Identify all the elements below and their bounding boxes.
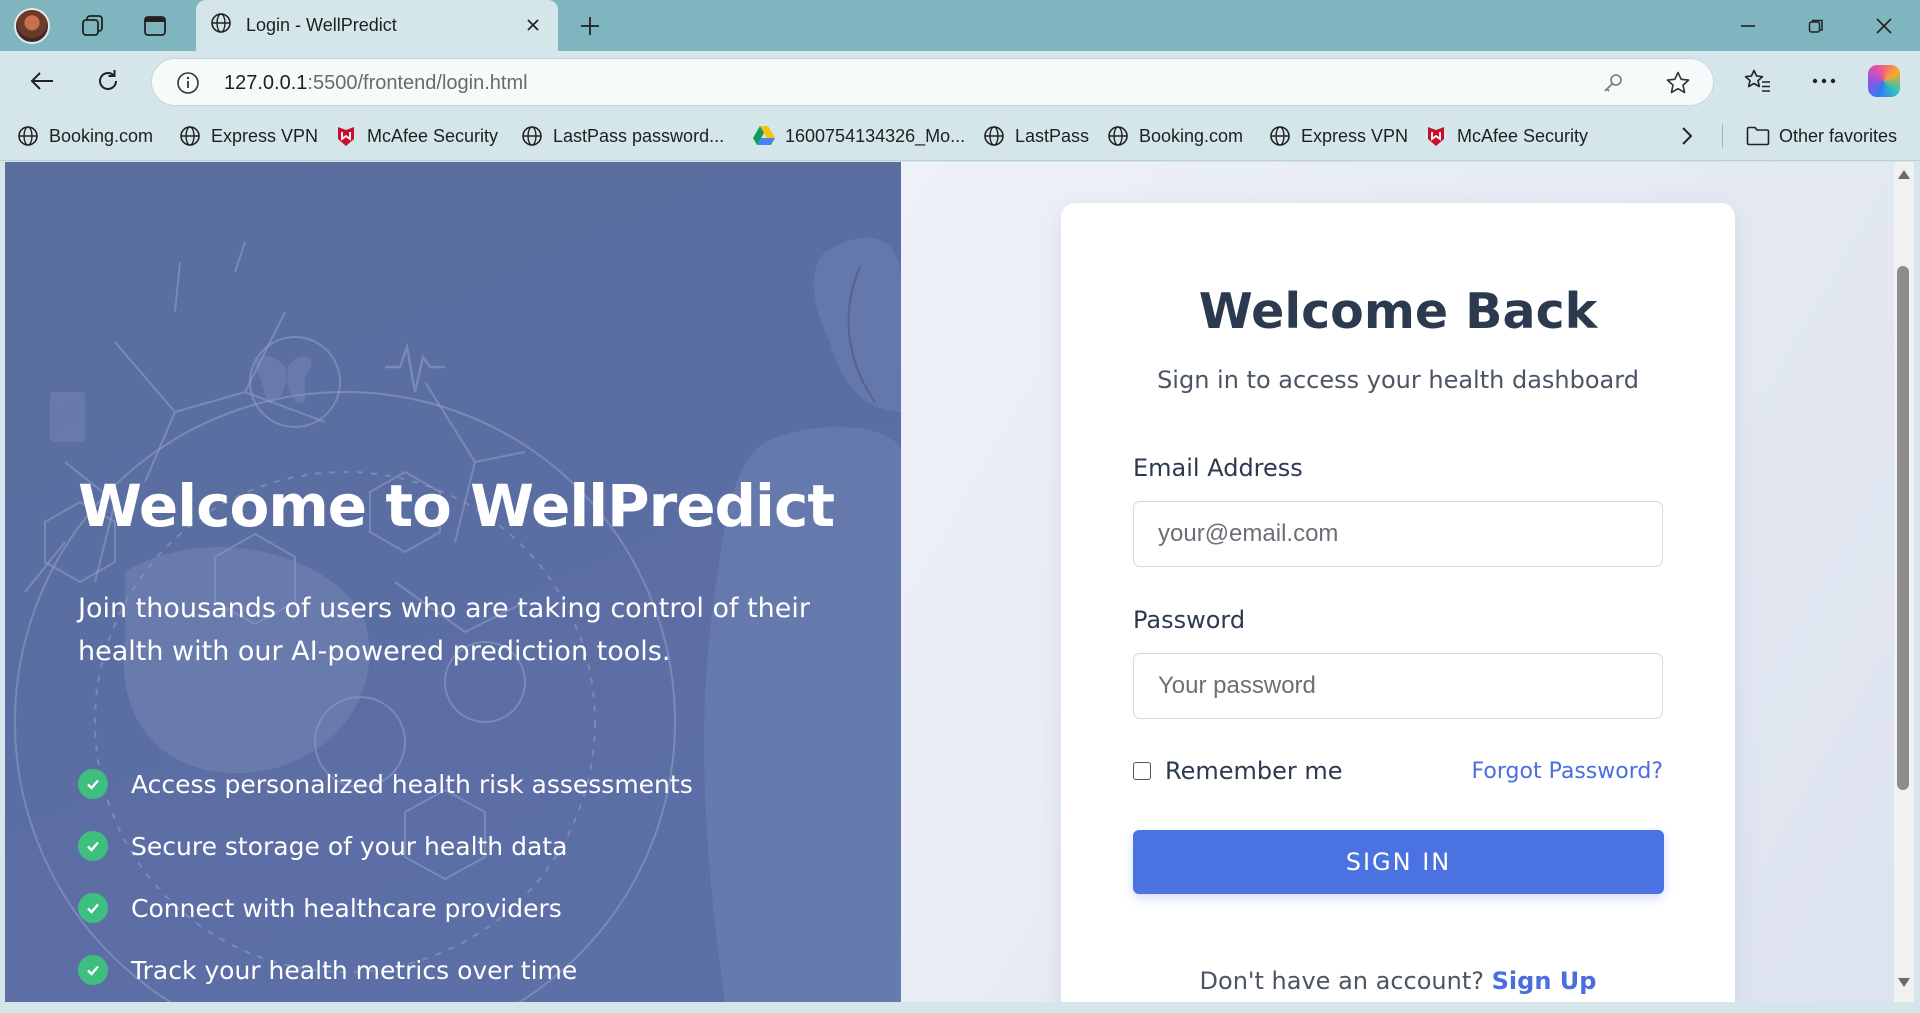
feature-text: Access personalized health risk assessme… (131, 769, 693, 799)
feature-item: Track your health metrics over time (78, 953, 577, 987)
favorite-label: McAfee Security (1457, 125, 1589, 146)
mcafee-icon (1424, 124, 1448, 148)
restore-icon[interactable] (1782, 0, 1850, 51)
scrollbar-thumb[interactable] (1897, 266, 1909, 790)
favorite-item[interactable]: LastPass (982, 122, 1089, 150)
workspaces-icon[interactable] (75, 8, 111, 44)
url-text: 127.0.0.1:5500/frontend/login.html (224, 72, 528, 94)
hero-panel: Welcome to WellPredict Join thousands of… (5, 162, 901, 1002)
email-label: Email Address (1133, 454, 1303, 482)
favorite-label: LastPass password... (553, 125, 725, 146)
browser-toolbar: 127.0.0.1:5500/frontend/login.html (0, 51, 1920, 111)
vertical-tabs-icon[interactable] (137, 8, 173, 44)
minimize-icon[interactable] (1714, 0, 1782, 51)
favorite-label: Express VPN (1301, 125, 1409, 146)
favorite-item[interactable]: McAfee Security (1424, 122, 1588, 150)
check-icon (78, 955, 108, 985)
hero-title: Welcome to WellPredict (78, 472, 835, 540)
other-favorites[interactable]: Other favorites (1746, 122, 1897, 150)
signup-prompt: Don't have an account? Sign Up (1061, 967, 1735, 995)
favorite-item[interactable]: McAfee Security (334, 122, 498, 150)
password-key-icon[interactable] (1601, 71, 1625, 100)
scroll-down-arrow-icon[interactable] (1898, 978, 1910, 987)
check-icon (78, 769, 108, 799)
tab-title: Login - WellPredict (246, 15, 397, 35)
globe-icon (520, 124, 544, 148)
page-scrollbar[interactable] (1894, 162, 1914, 1002)
login-card: Welcome Back Sign in to access your heal… (1061, 203, 1735, 1002)
favorite-item[interactable]: Booking.com (1106, 122, 1243, 150)
scroll-up-arrow-icon[interactable] (1898, 170, 1910, 179)
feature-text: Connect with healthcare providers (131, 893, 562, 923)
folder-icon (1746, 124, 1770, 148)
favorite-star-icon[interactable] (1665, 70, 1691, 101)
hero-subtitle: Join thousands of users who are taking c… (78, 593, 811, 667)
favorite-item[interactable]: Booking.com (16, 122, 153, 150)
globe-icon (210, 12, 232, 39)
feature-item: Secure storage of your health data (78, 829, 567, 863)
remember-me-checkbox[interactable] (1133, 762, 1151, 780)
title-bar: Login - WellPredict (0, 0, 1920, 51)
close-window-icon[interactable] (1850, 0, 1918, 51)
login-panel: Welcome Back Sign in to access your heal… (901, 162, 1894, 1002)
close-tab-icon[interactable] (520, 12, 546, 38)
check-icon (78, 893, 108, 923)
globe-icon (1268, 124, 1292, 148)
favorites-overflow-chevron-icon[interactable] (1680, 122, 1694, 150)
profile-avatar[interactable] (14, 8, 50, 44)
favorite-item[interactable]: Express VPN (1268, 122, 1408, 150)
favorite-item[interactable]: Express VPN (178, 122, 318, 150)
new-tab-icon[interactable] (572, 8, 608, 44)
globe-icon (178, 124, 202, 148)
globe-icon (1106, 124, 1130, 148)
globe-icon (982, 124, 1006, 148)
signup-prompt-text: Don't have an account? (1199, 967, 1484, 995)
login-title: Welcome Back (1198, 283, 1598, 340)
sign-up-link[interactable]: Sign Up (1492, 967, 1597, 995)
address-bar[interactable]: 127.0.0.1:5500/frontend/login.html (151, 58, 1714, 106)
active-tab[interactable]: Login - WellPredict (196, 0, 558, 51)
favorites-bar: Booking.com Express VPN McAfee Security … (0, 111, 1920, 161)
feature-item: Connect with healthcare providers (78, 891, 562, 925)
site-info-icon[interactable] (176, 71, 200, 100)
check-icon (78, 831, 108, 861)
remember-me-label: Remember me (1165, 757, 1343, 785)
refresh-icon[interactable] (88, 61, 128, 101)
remember-me: Remember me (1133, 756, 1343, 786)
favorites-list-icon[interactable] (1738, 61, 1778, 101)
forgot-password-link[interactable]: Forgot Password? (1472, 759, 1663, 784)
globe-icon (16, 124, 40, 148)
feature-text: Secure storage of your health data (131, 831, 568, 861)
favorite-label: Booking.com (1139, 125, 1244, 146)
page-viewport: Welcome to WellPredict Join thousands of… (5, 162, 1894, 1002)
mcafee-icon (334, 124, 358, 148)
feature-text: Track your health metrics over time (131, 955, 578, 985)
sign-in-button[interactable]: SIGN IN (1133, 830, 1664, 894)
password-field[interactable] (1133, 653, 1663, 719)
favorite-label: Express VPN (211, 125, 319, 146)
password-label: Password (1133, 606, 1246, 634)
copilot-icon[interactable] (1868, 65, 1900, 97)
favorite-label: McAfee Security (367, 125, 499, 146)
favorite-item[interactable]: LastPass password... (520, 122, 724, 150)
favorite-label: 1600754134326_Mo... (785, 125, 966, 146)
favorite-item[interactable]: 1600754134326_Mo... (752, 122, 965, 150)
other-favorites-label: Other favorites (1779, 125, 1898, 146)
email-field[interactable] (1133, 501, 1663, 567)
favorite-label: Booking.com (49, 125, 154, 146)
feature-item: Access personalized health risk assessme… (78, 767, 693, 801)
more-menu-icon[interactable] (1804, 61, 1844, 101)
medical-illustration-background (14, 237, 901, 1002)
back-icon[interactable] (22, 61, 62, 101)
favorite-label: LastPass (1015, 125, 1090, 146)
login-subtitle: Sign in to access your health dashboard (1157, 366, 1639, 394)
favorites-divider (1722, 124, 1723, 148)
google-drive-icon (752, 124, 776, 148)
